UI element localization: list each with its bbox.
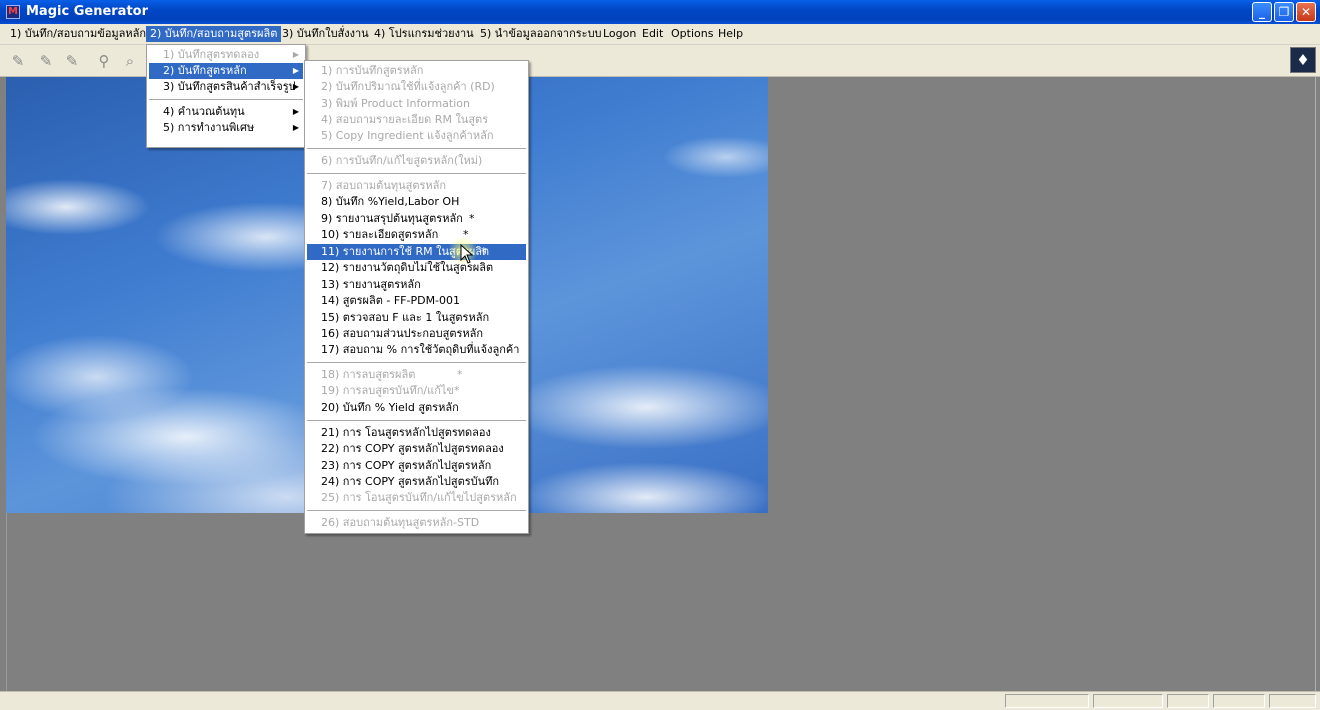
menu-item-label: 9) รายงานสรุปต้นทุนสูตรหลัก — [321, 212, 463, 225]
minimize-icon: _ — [1259, 5, 1265, 19]
menu-separator — [149, 99, 303, 100]
menu-separator — [307, 148, 526, 149]
title-bar: M Magic Generator _ ❐ ✕ — [0, 0, 1320, 24]
star-mark: * — [469, 212, 475, 225]
menu-edit[interactable]: Edit — [638, 26, 667, 42]
menu-bar: 1) บันทึก/สอบถามข้อมูลหลัก 2) บันทึก/สอบ… — [0, 24, 1320, 45]
menu-item-24[interactable]: 24) การ COPY สูตรหลักไปสูตรบันทึก — [307, 474, 526, 490]
menu-item-finished-formula[interactable]: 3) บันทึกสูตรสินค้าสำเร็จรูป ▶ — [149, 79, 303, 95]
star-mark: * — [481, 245, 487, 258]
menu-item-calc-cost[interactable]: 4) คำนวณต้นทุน ▶ — [149, 104, 303, 120]
submenu-arrow-icon: ▶ — [292, 82, 299, 91]
status-panel — [1167, 694, 1209, 708]
menu-logon[interactable]: Logon — [599, 26, 640, 42]
star-mark: * — [457, 368, 463, 381]
pencil-icon[interactable]: ✎ — [8, 51, 28, 71]
submenu-arrow-icon: ▶ — [292, 123, 299, 132]
menu-separator — [307, 420, 526, 421]
menu-separator — [307, 362, 526, 363]
app-logo-icon[interactable]: ♦ — [1290, 47, 1316, 73]
menu-export[interactable]: 5) นำข้อมูลออกจากระบบ — [476, 26, 606, 42]
menu-item-15[interactable]: 15) ตรวจสอบ F และ 1 ในสูตรหลัก — [307, 310, 526, 326]
menu-separator — [307, 173, 526, 174]
minimize-button[interactable]: _ — [1252, 2, 1272, 22]
menu-item-label: 10) รายละเอียดสูตรหลัก — [321, 228, 439, 241]
restore-icon: ❐ — [1278, 5, 1290, 19]
status-panel — [1005, 694, 1089, 708]
menu-item-19[interactable]: 19) การลบสูตรบันทึก/แก้ไข* — [307, 383, 526, 399]
menu-item-12[interactable]: 12) รายงานวัตถุดิบไม่ใช้ในสูตรผลิต — [307, 260, 526, 276]
menu-item-10[interactable]: 10) รายละเอียดสูตรหลัก * — [307, 227, 526, 243]
menu-item-8[interactable]: 8) บันทึก %Yield,Labor OH — [307, 194, 526, 210]
menu-item-21[interactable]: 21) การ โอนสูตรหลักไปสูตรทดลอง — [307, 425, 526, 441]
status-panel — [1093, 694, 1163, 708]
formula-submenu: 1) บันทึกสูตรทดลอง ▶ 2) บันทึกสูตรหลัก ▶… — [146, 44, 306, 148]
menu-item-label: 5) การทำงานพิเศษ — [163, 121, 255, 134]
menu-item-23[interactable]: 23) การ COPY สูตรหลักไปสูตรหลัก — [307, 458, 526, 474]
menu-master-data[interactable]: 1) บันทึก/สอบถามข้อมูลหลัก — [6, 26, 150, 42]
menu-item-3[interactable]: 3) พิมพ์ Product Information — [307, 96, 526, 112]
menu-item-label: 1) บันทึกสูตรทดลอง — [163, 48, 260, 61]
pencil-add-icon[interactable]: ✎ — [36, 51, 56, 71]
app-icon[interactable]: M — [6, 5, 20, 19]
menu-item-label: 18) การลบสูตรผลิต — [321, 368, 416, 381]
menu-options[interactable]: Options — [667, 26, 717, 42]
status-panel — [1213, 694, 1265, 708]
binoculars-icon[interactable]: ⚲ — [94, 51, 114, 71]
menu-item-26[interactable]: 26) สอบถามต้นทุนสูตรหลัก-STD — [307, 515, 526, 531]
menu-item-18[interactable]: 18) การลบสูตรผลิต * — [307, 367, 526, 383]
menu-work-order[interactable]: 3) บันทึกใบสั่งงาน — [278, 26, 373, 42]
menu-item-25[interactable]: 25) การ โอนสูตรบันทึก/แก้ไขไปสูตรหลัก — [307, 490, 526, 506]
menu-tools[interactable]: 4) โปรแกรมช่วยงาน — [370, 26, 478, 42]
restore-button[interactable]: ❐ — [1274, 2, 1294, 22]
menu-item-6[interactable]: 6) การบันทึก/แก้ไขสูตรหลัก(ใหม่) — [307, 153, 526, 169]
menu-item-label: 4) คำนวณต้นทุน — [163, 105, 245, 118]
menu-item-2[interactable]: 2) บันทึกปริมาณใช้ที่แจ้งลูกค้า (RD) — [307, 79, 526, 95]
status-panel — [1269, 694, 1316, 708]
menu-item-main-formula[interactable]: 2) บันทึกสูตรหลัก ▶ — [149, 63, 303, 79]
submenu-arrow-icon: ▶ — [292, 66, 299, 75]
menu-separator — [307, 510, 526, 511]
menu-item-11[interactable]: 11) รายงานการใช้ RM ในสูตรผลิต * — [307, 244, 526, 260]
menu-item-20[interactable]: 20) บันทึก % Yield สูตรหลัก — [307, 400, 526, 416]
search-replace-icon[interactable]: ⌕ — [120, 51, 140, 71]
menu-item-label: 2) บันทึกสูตรหลัก — [163, 64, 247, 77]
menu-item-special[interactable]: 5) การทำงานพิเศษ ▶ — [149, 120, 303, 136]
menu-item-9[interactable]: 9) รายงานสรุปต้นทุนสูตรหลัก * — [307, 211, 526, 227]
window-title: Magic Generator — [26, 4, 149, 19]
menu-item-4[interactable]: 4) สอบถามรายละเอียด RM ในสูตร — [307, 112, 526, 128]
menu-item-17[interactable]: 17) สอบถาม % การใช้วัตถุดิบที่แจ้งลูกค้า — [307, 342, 526, 358]
menu-item-trial-formula[interactable]: 1) บันทึกสูตรทดลอง ▶ — [149, 47, 303, 63]
close-button[interactable]: ✕ — [1296, 2, 1316, 22]
submenu-arrow-icon: ▶ — [292, 107, 299, 116]
menu-item-7[interactable]: 7) สอบถามต้นทุนสูตรหลัก — [307, 178, 526, 194]
close-icon: ✕ — [1300, 5, 1312, 19]
status-bar — [0, 691, 1320, 710]
submenu-arrow-icon: ▶ — [292, 50, 299, 59]
menu-item-label: 3) บันทึกสูตรสินค้าสำเร็จรูป — [163, 80, 296, 93]
main-formula-submenu: 1) การบันทึกสูตรหลัก 2) บันทึกปริมาณใช้ท… — [304, 60, 529, 534]
menu-item-13[interactable]: 13) รายงานสูตรหลัก — [307, 277, 526, 293]
menu-item-14[interactable]: 14) สูตรผลิต - FF-PDM-001 — [307, 293, 526, 309]
menu-item-16[interactable]: 16) สอบถามส่วนประกอบสูตรหลัก — [307, 326, 526, 342]
mouse-pointer-icon — [460, 244, 474, 264]
pencil-edit-icon[interactable]: ✎ — [62, 51, 82, 71]
menu-item-5[interactable]: 5) Copy Ingredient แจ้งลูกค้าหลัก — [307, 128, 526, 144]
menu-item-22[interactable]: 22) การ COPY สูตรหลักไปสูตรทดลอง — [307, 441, 526, 457]
menu-formula[interactable]: 2) บันทึก/สอบถามสูตรผลิต — [146, 26, 282, 42]
menu-item-1[interactable]: 1) การบันทึกสูตรหลัก — [307, 63, 526, 79]
menu-help[interactable]: Help — [714, 26, 747, 42]
